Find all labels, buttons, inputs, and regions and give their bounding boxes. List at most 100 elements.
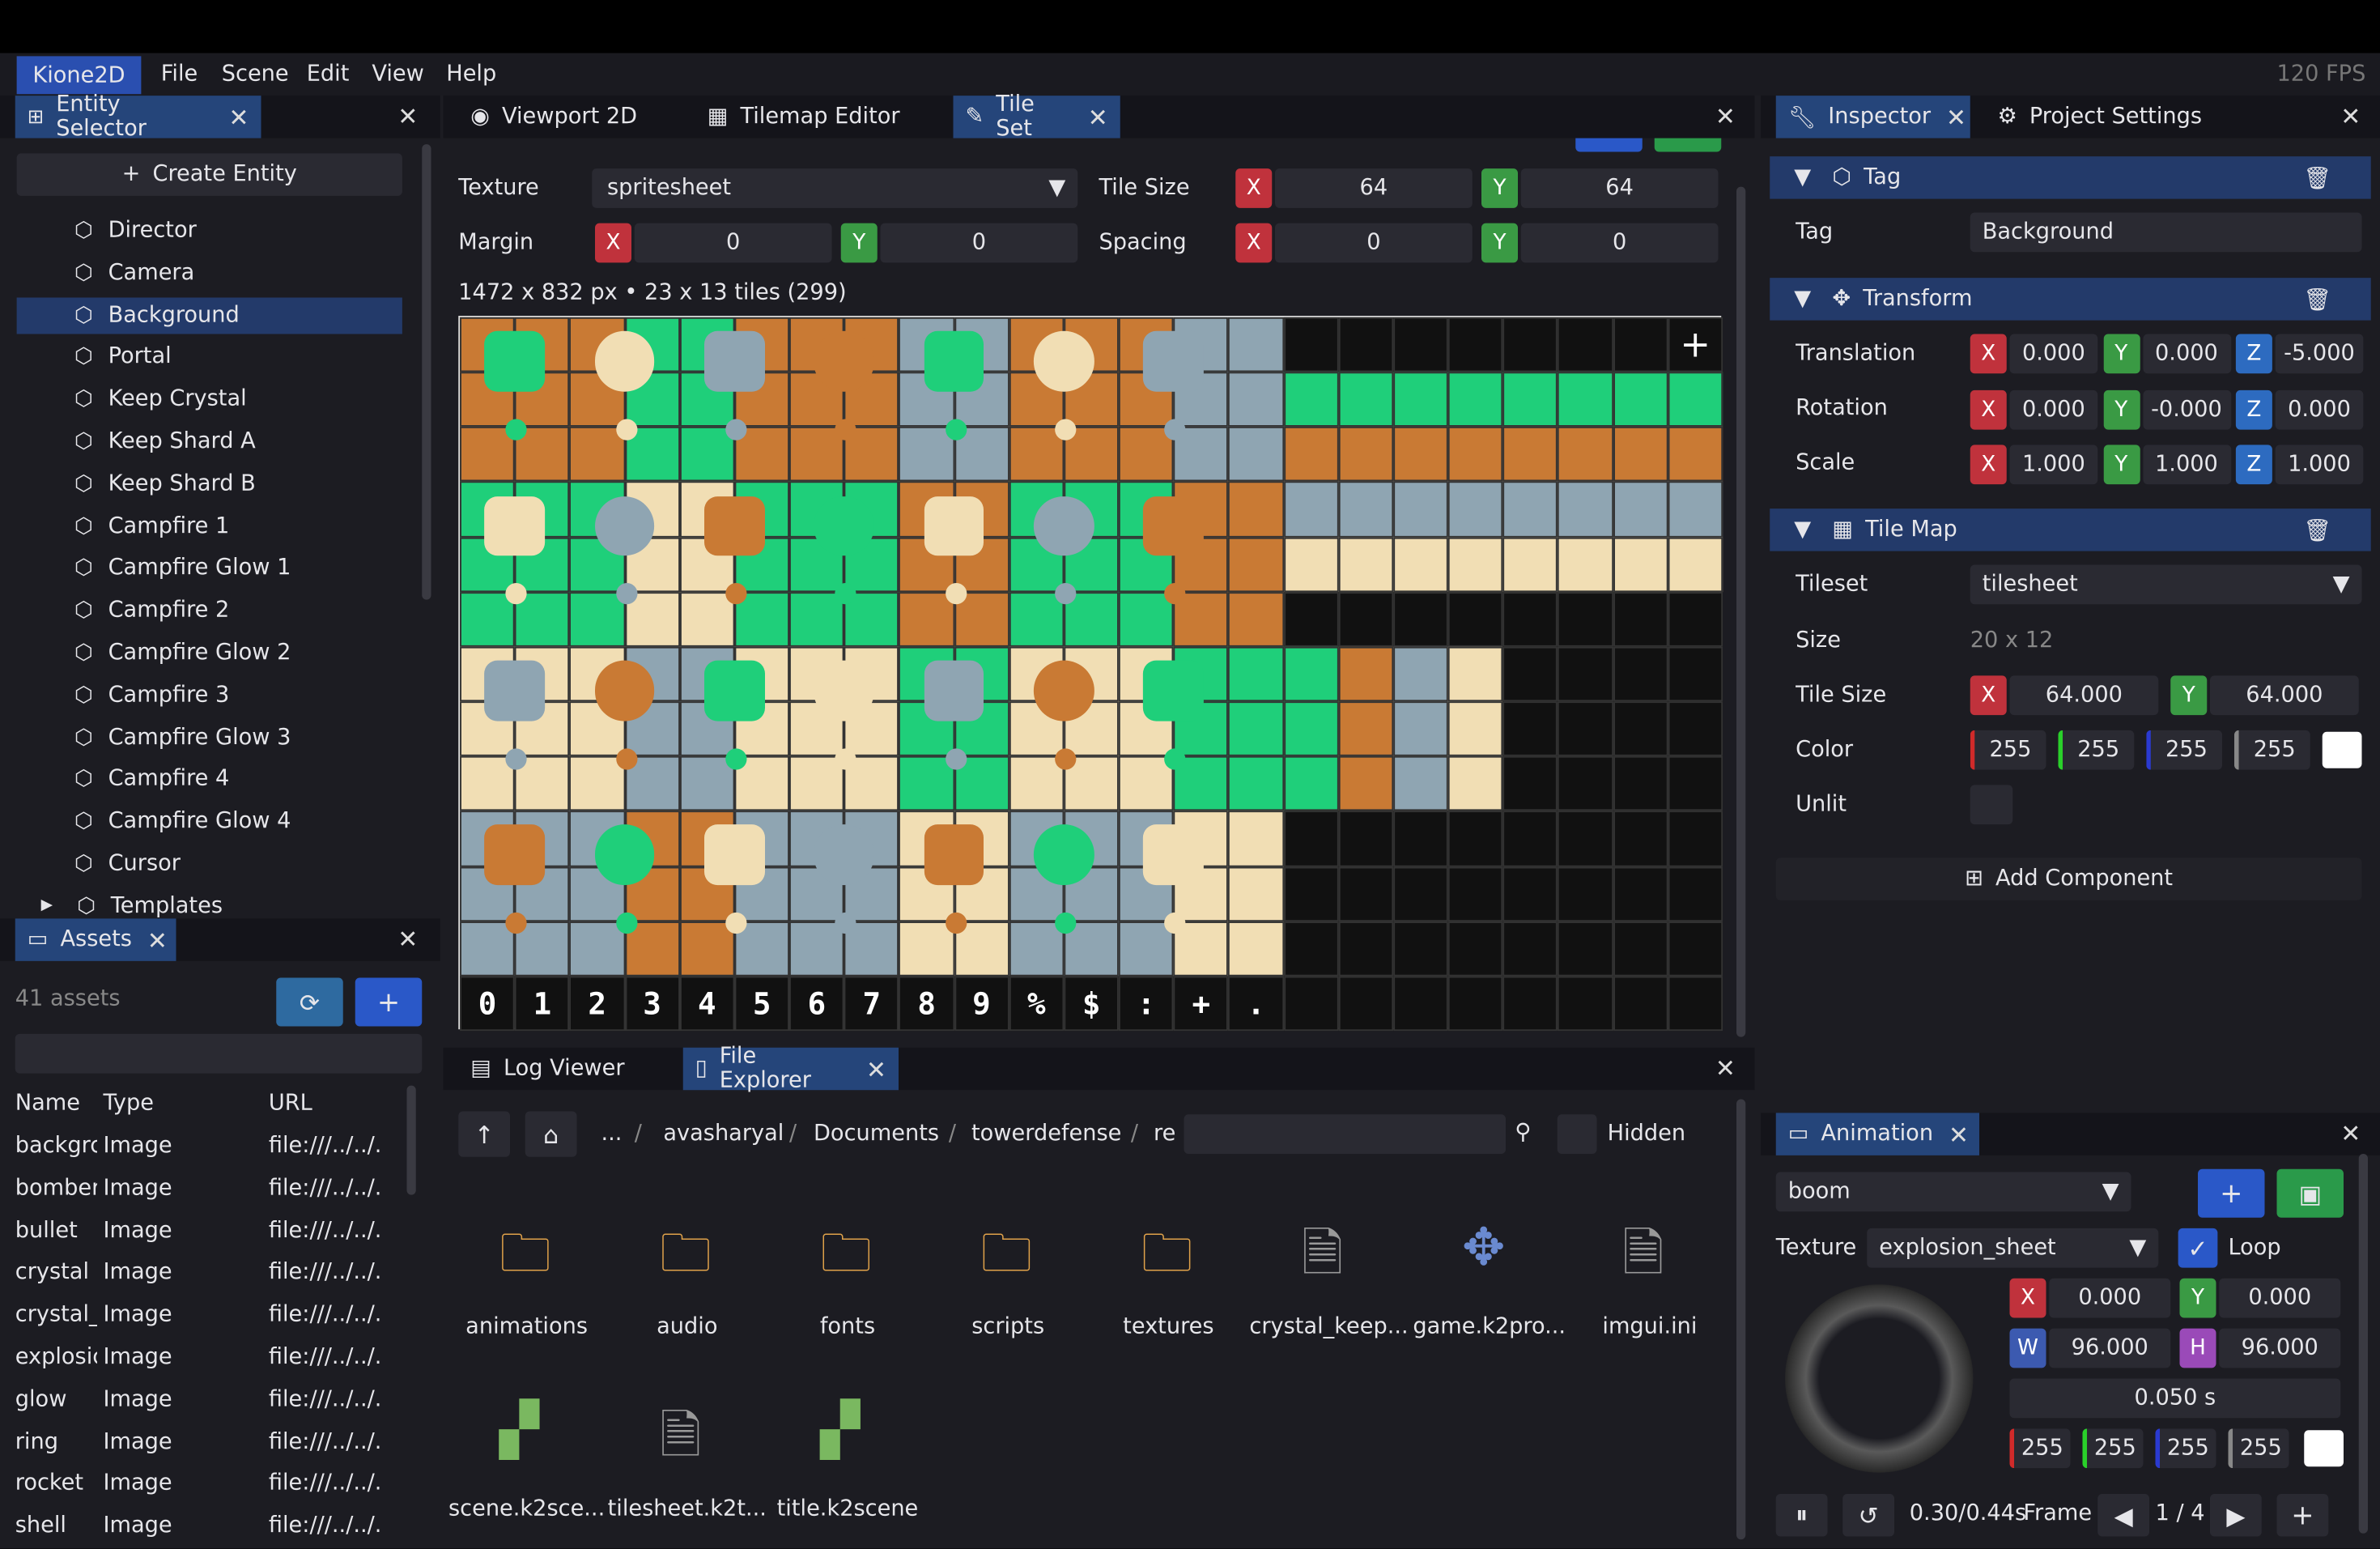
tile-cell[interactable] (1119, 591, 1174, 647)
file-item-label[interactable]: animations (444, 1315, 610, 1339)
tile-cell[interactable] (1228, 811, 1284, 866)
tile-cell[interactable] (1447, 646, 1503, 702)
entity-item[interactable]: ⬡ Campfire Glow 1 (17, 550, 402, 586)
tile-cell[interactable] (1668, 482, 1723, 537)
restart-button[interactable]: ↺ (1842, 1494, 1894, 1537)
entity-item[interactable]: ⬡ Director (17, 213, 402, 249)
tile-cell[interactable] (1393, 591, 1448, 647)
tile-cell[interactable] (1283, 811, 1339, 866)
add-animation-button[interactable]: + (2198, 1168, 2265, 1218)
tile-cell[interactable] (1502, 427, 1558, 483)
color-r-input[interactable]: 255 (1970, 730, 2046, 770)
entity-item[interactable]: ⬡ Cursor (17, 845, 402, 882)
tile-cell[interactable] (789, 591, 844, 647)
col-url[interactable]: URL (269, 1092, 312, 1116)
color-swatch[interactable] (2322, 731, 2362, 768)
tile-cell[interactable] (679, 591, 735, 647)
tile-cell[interactable] (679, 756, 735, 811)
tile-cell[interactable] (1338, 591, 1394, 647)
assets-scrollbar[interactable] (406, 1085, 416, 1195)
anim-a-input[interactable]: 255 (2228, 1428, 2289, 1469)
pause-button[interactable]: ⏸︎ (1775, 1494, 1828, 1537)
tile-cell[interactable] (1558, 976, 1613, 1032)
tilesize-y-input[interactable]: 64.000 (2210, 675, 2359, 716)
menu-view[interactable]: View (372, 62, 424, 87)
close-panel-icon[interactable]: ✕ (397, 925, 418, 954)
tile-cell[interactable] (1613, 976, 1668, 1032)
entity-item[interactable]: ⬡ Keep Shard A (17, 423, 402, 460)
tile-cell[interactable] (1613, 756, 1668, 811)
tile-cell[interactable] (1447, 921, 1503, 977)
tile-cell[interactable] (1613, 591, 1668, 647)
search-icon[interactable]: ⚲ (1515, 1121, 1531, 1145)
file-item-label[interactable]: title.k2scene (764, 1497, 931, 1521)
tab-inspector[interactable]: 🔧︎ Inspector ✕ (1775, 96, 1970, 138)
tilemap-section-header[interactable]: ▼ ▦ Tile Map 🗑︎ (1770, 509, 2371, 551)
tile-cell[interactable] (1283, 921, 1339, 977)
tile-cell[interactable] (1558, 921, 1613, 977)
tile-cell[interactable] (1009, 591, 1065, 647)
tile-cell[interactable] (1283, 646, 1339, 702)
tile-cell[interactable] (1228, 921, 1284, 977)
transform-tz-input[interactable]: -5.000 (2275, 334, 2364, 374)
files-scrollbar[interactable] (1736, 1099, 1746, 1540)
menu-file[interactable]: File (161, 62, 198, 87)
tile-cell[interactable] (1558, 482, 1613, 537)
tile-cell[interactable] (1668, 591, 1723, 647)
add-component-button[interactable]: ⊞ Add Component (1775, 857, 2362, 900)
file-search-input[interactable] (1184, 1114, 1506, 1154)
tile-cell[interactable] (1558, 866, 1613, 921)
asset-name[interactable]: bullet (15, 1219, 97, 1243)
tile-cell[interactable] (1447, 482, 1503, 537)
tile-cell[interactable] (1447, 591, 1503, 647)
tile-cell[interactable] (679, 427, 735, 483)
add-frame-button[interactable]: + (2276, 1494, 2329, 1537)
tile-cell[interactable] (789, 921, 844, 977)
tile-cell[interactable] (1668, 976, 1723, 1032)
tile-cell[interactable] (1502, 866, 1558, 921)
transform-sy-input[interactable]: 1.000 (2142, 445, 2231, 485)
tile-cell[interactable] (1613, 537, 1668, 592)
tile-cell[interactable] (1558, 317, 1613, 372)
tile-cell[interactable] (1009, 921, 1065, 977)
tile-cell[interactable] (1338, 317, 1394, 372)
tile-cell[interactable] (1668, 372, 1723, 428)
tile-cell[interactable] (899, 921, 954, 977)
tile-cell[interactable] (1668, 537, 1723, 592)
tile-cell[interactable] (1558, 701, 1613, 757)
asset-search-input[interactable] (15, 1033, 423, 1074)
tile-cell[interactable] (1393, 427, 1448, 483)
transform-rz-input[interactable]: 0.000 (2275, 389, 2364, 429)
tile-cell[interactable] (1558, 427, 1613, 483)
tile-cell[interactable] (1283, 591, 1339, 647)
close-icon[interactable]: ✕ (228, 103, 249, 132)
file-item-label[interactable]: fonts (764, 1315, 931, 1339)
tab-tilemap-editor[interactable]: ▦ Tilemap Editor (695, 96, 912, 138)
entity-scrollbar[interactable] (422, 144, 431, 600)
animation-select[interactable]: boom ▼ (1775, 1172, 2131, 1212)
asset-name[interactable]: shell (15, 1514, 97, 1538)
tile-cell[interactable] (1613, 482, 1668, 537)
tile-cell[interactable] (1228, 482, 1284, 537)
transform-ry-input[interactable]: -0.000 (2142, 389, 2231, 429)
close-panel-icon[interactable]: ✕ (2340, 1119, 2361, 1148)
tag-section-header[interactable]: ▼ ⬡ Tag 🗑︎ (1770, 156, 2371, 199)
app-logo[interactable]: Kione2D (16, 56, 142, 95)
tile-cell[interactable] (1668, 701, 1723, 757)
tile-cell[interactable] (569, 756, 625, 811)
tile-cell[interactable] (1228, 427, 1284, 483)
anim-r-input[interactable]: 255 (2009, 1428, 2071, 1469)
trash-icon[interactable]: 🗑︎ (2303, 164, 2331, 190)
asset-name[interactable]: crystal_ (15, 1303, 97, 1327)
tile-cell[interactable] (679, 921, 735, 977)
tile-cell[interactable] (1228, 701, 1284, 757)
tile-cell[interactable] (1393, 701, 1448, 757)
tile-cell[interactable] (1613, 866, 1668, 921)
create-entity-button[interactable]: + Create Entity (16, 153, 402, 196)
breadcrumb-ellipsis[interactable]: ... (601, 1122, 623, 1147)
tile-cell[interactable] (1502, 811, 1558, 866)
tile-cell[interactable] (899, 591, 954, 647)
hidden-checkbox[interactable] (1557, 1114, 1597, 1154)
tile-cell[interactable] (1613, 811, 1668, 866)
tab-tile-set[interactable]: ✎ Tile Set ✕ (953, 92, 1120, 141)
